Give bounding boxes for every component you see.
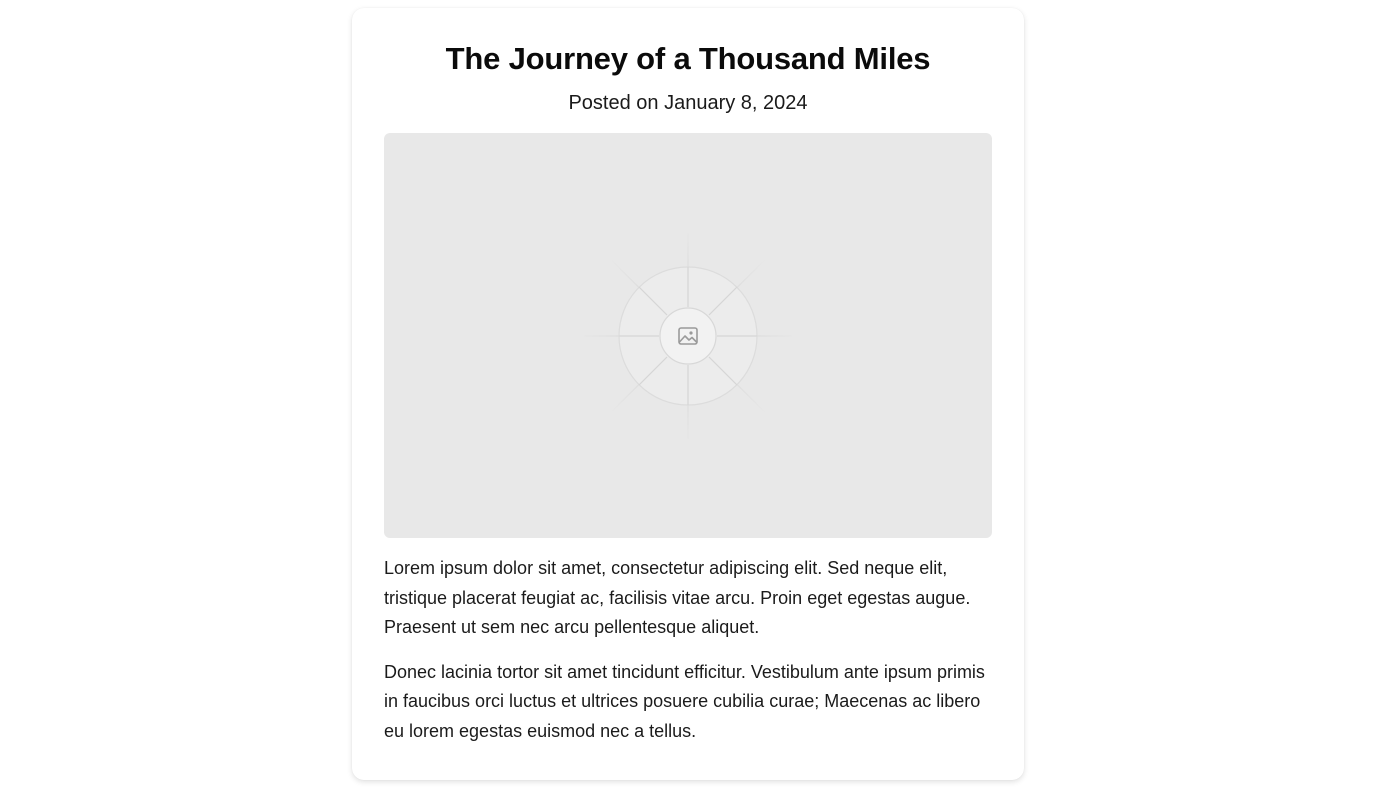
post-date: Posted on January 8, 2024 <box>568 92 808 114</box>
blog-post-card: The Journey of a Thousand Miles Posted o… <box>352 8 1024 780</box>
post-paragraph: Donec lacinia tortor sit amet tincidunt … <box>384 661 985 741</box>
post-image-placeholder <box>384 133 992 538</box>
post-title: The Journey of a Thousand Miles <box>445 41 931 76</box>
image-placeholder-graphic <box>584 233 792 439</box>
post-paragraph: Lorem ipsum dolor sit amet, consectetur … <box>384 558 971 637</box>
